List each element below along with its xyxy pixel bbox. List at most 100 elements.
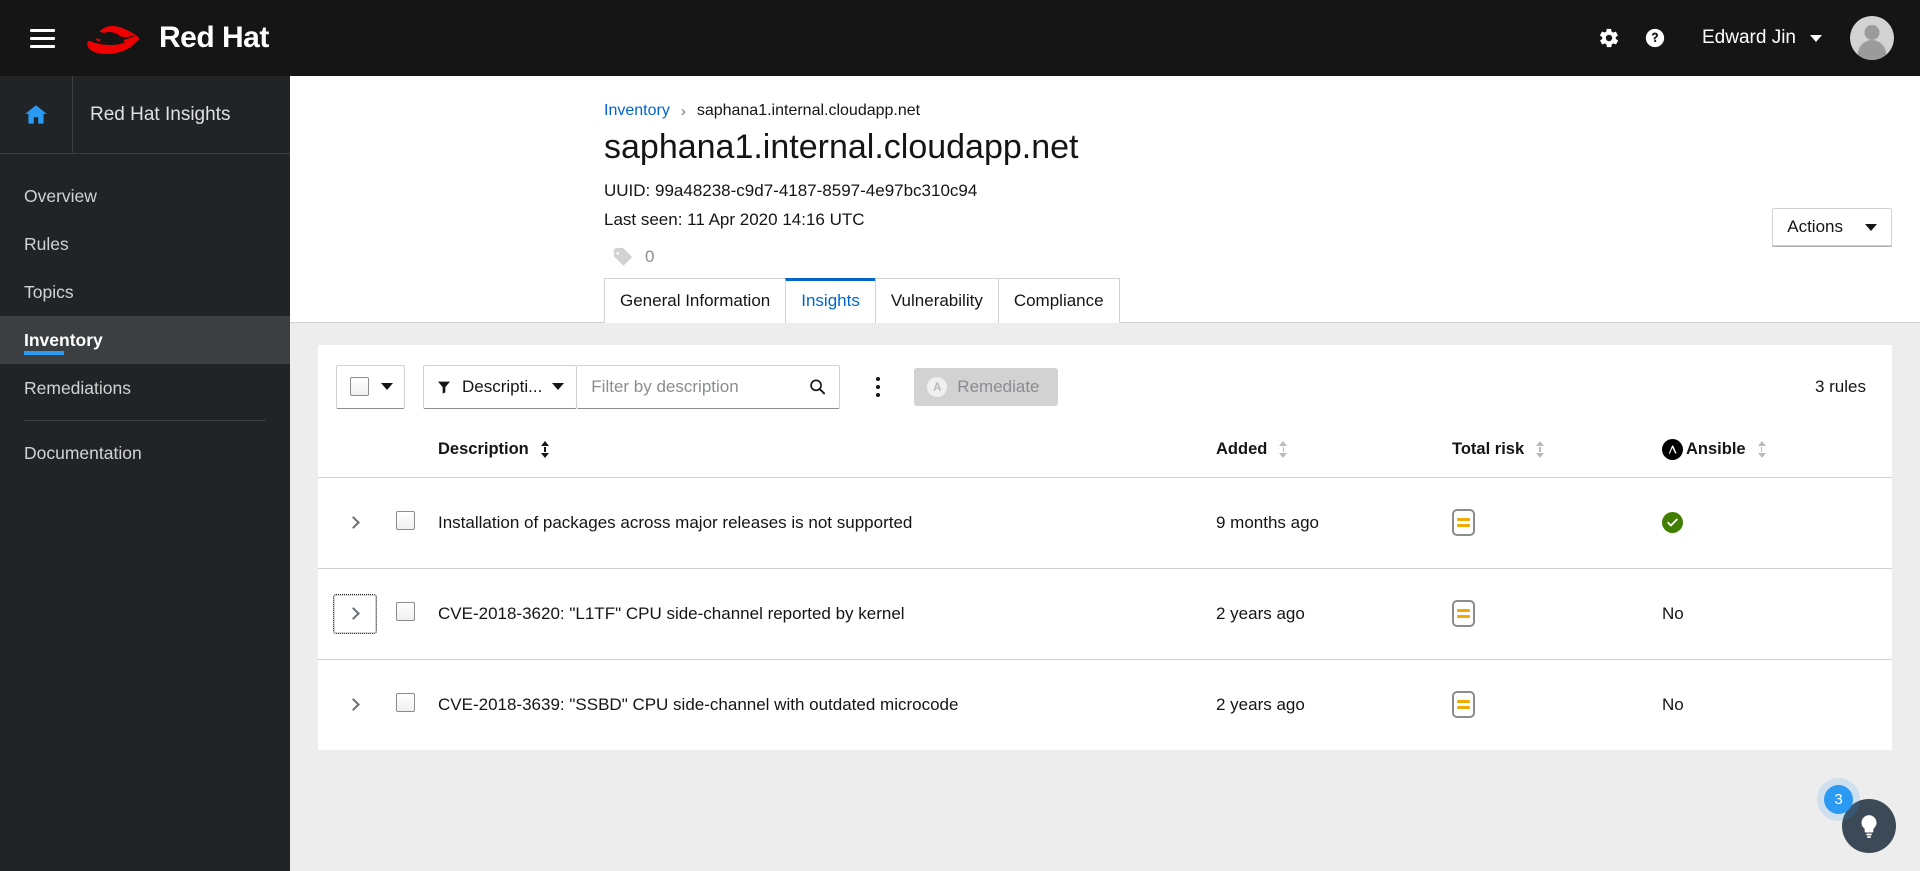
row-expand-toggle[interactable] (333, 593, 377, 634)
gear-glyph (1599, 28, 1619, 48)
user-menu[interactable]: Edward Jin (1678, 15, 1836, 61)
bulk-select-dropdown[interactable] (336, 364, 405, 409)
sidebar-header: Red Hat Insights (0, 76, 290, 154)
sidebar-item-inventory[interactable]: Inventory (0, 316, 290, 364)
sort-down-arrow (1757, 452, 1766, 458)
kebab-dot (876, 384, 881, 389)
breadcrumb: Inventory › saphana1.internal.cloudapp.n… (290, 102, 1920, 120)
hamburger-menu-icon[interactable] (22, 18, 62, 58)
ansible-logo-icon (1662, 438, 1683, 460)
sort-icon[interactable] (540, 441, 549, 459)
cell-description[interactable]: CVE-2018-3620: "L1TF" CPU side-channel r… (438, 568, 1216, 660)
masthead: Red Hat Edward Jin (0, 0, 1920, 76)
sort-down-arrow (1279, 453, 1288, 459)
risk-bar (1457, 615, 1470, 619)
risk-bar (1457, 700, 1470, 704)
chevron-right-icon (347, 516, 360, 530)
home-button[interactable] (0, 76, 73, 153)
th-expand-spacer (318, 426, 396, 478)
chevron-right-icon (347, 607, 360, 621)
cell-description[interactable]: CVE-2018-3639: "SSBD" CPU side-channel w… (438, 659, 1216, 750)
chevron-down-icon (1865, 223, 1877, 231)
sidebar-item-topics[interactable]: Topics (0, 268, 290, 316)
help-glyph (1645, 28, 1665, 48)
filter-type-label: Descripti... (462, 376, 543, 396)
sidebar-item-overview[interactable]: Overview (0, 172, 290, 220)
th-added[interactable]: Added (1216, 426, 1452, 478)
cell-expand (318, 659, 396, 750)
sidebar: Red Hat Insights Overview Rules Topics I… (0, 76, 290, 871)
page-header: Inventory › saphana1.internal.cloudapp.n… (290, 76, 1920, 323)
row-select-checkbox[interactable] (396, 601, 415, 621)
red-hat-logo[interactable]: Red Hat (84, 17, 269, 59)
search-field[interactable] (577, 364, 841, 409)
avatar[interactable] (1850, 16, 1894, 60)
rules-table-head: Description Added Total risk Ansible (318, 426, 1892, 478)
app-title: Red Hat Insights (90, 103, 231, 125)
rules-card: Descripti... Filter by description A Rem… (318, 344, 1892, 750)
bulk-select-checkbox[interactable] (350, 377, 369, 397)
app-root: Red Hat Edward Jin Red Hat Insights Over… (0, 0, 1920, 871)
rules-table: Description Added Total risk Ansible Ins… (318, 426, 1892, 750)
column-header-label: Ansible (1686, 439, 1746, 458)
kebab-dot (876, 392, 881, 397)
gear-icon[interactable] (1586, 15, 1632, 61)
remediate-button-label: Remediate (957, 376, 1040, 396)
sort-up-arrow (1279, 441, 1288, 447)
check-glyph (1667, 518, 1678, 527)
chevron-right-icon (347, 698, 360, 712)
hamburger-bar (29, 36, 55, 40)
total-risk-moderate-icon (1452, 600, 1475, 628)
table-row: CVE-2018-3639: "SSBD" CPU side-channel w… (318, 659, 1892, 750)
row-select-checkbox[interactable] (396, 510, 415, 530)
help-question-icon[interactable] (1632, 15, 1678, 61)
cell-description[interactable]: Installation of packages across major re… (438, 477, 1216, 569)
remediate-button[interactable]: A Remediate (914, 367, 1058, 406)
th-ansible[interactable]: Ansible (1662, 426, 1892, 478)
row-expand-toggle[interactable] (334, 504, 376, 542)
sidebar-item-rules[interactable]: Rules (0, 220, 290, 268)
breadcrumb-link-inventory[interactable]: Inventory (604, 102, 670, 120)
cell-total-risk (1452, 477, 1662, 569)
th-description[interactable]: Description (438, 426, 1216, 478)
risk-bar (1457, 706, 1470, 710)
tab-insights[interactable]: Insights (785, 278, 876, 323)
sort-icon[interactable] (1536, 441, 1545, 459)
cell-expand (318, 477, 396, 569)
sort-icon[interactable] (1279, 441, 1288, 459)
column-header-label: Total risk (1452, 440, 1525, 459)
sidebar-item-remediations[interactable]: Remediations (0, 364, 290, 412)
help-floating-button[interactable]: 3 (1824, 785, 1896, 853)
sort-icon[interactable] (1757, 440, 1766, 458)
actions-button[interactable]: Actions (1772, 208, 1892, 246)
search-input[interactable] (589, 375, 808, 398)
th-ansible-inner: Ansible (1662, 438, 1766, 460)
cell-ansible: No (1662, 568, 1892, 660)
hamburger-bar (29, 44, 55, 48)
ansible-glyph (1668, 445, 1677, 454)
masthead-actions: Edward Jin (1586, 15, 1894, 61)
row-select-checkbox[interactable] (396, 692, 415, 712)
toolbar-kebab-menu[interactable] (856, 365, 900, 409)
body-split: Red Hat Insights Overview Rules Topics I… (0, 76, 1920, 871)
tab-general-information[interactable]: General Information (604, 278, 787, 323)
breadcrumb-separator-icon: › (680, 102, 686, 120)
th-total-risk[interactable]: Total risk (1452, 426, 1662, 478)
sort-stem (1760, 446, 1763, 452)
row-expand-toggle[interactable] (334, 686, 376, 724)
tab-compliance[interactable]: Compliance (997, 278, 1120, 323)
filter-type-dropdown[interactable]: Descripti... (423, 364, 578, 409)
cell-ansible: No (1662, 694, 1684, 714)
sort-stem (544, 447, 546, 453)
th-checkbox-spacer (396, 426, 438, 478)
tab-vulnerability[interactable]: Vulnerability (874, 278, 999, 323)
tag-summary[interactable]: 0 (290, 246, 1920, 268)
risk-bar (1457, 524, 1470, 528)
search-icon[interactable] (808, 377, 826, 396)
sidebar-item-documentation[interactable]: Documentation (0, 429, 290, 477)
th-description-inner: Description (438, 440, 549, 459)
sidebar-item-label: Documentation (24, 442, 142, 463)
cell-added: 9 months ago (1216, 477, 1452, 569)
sidebar-item-label: Remediations (24, 377, 131, 398)
